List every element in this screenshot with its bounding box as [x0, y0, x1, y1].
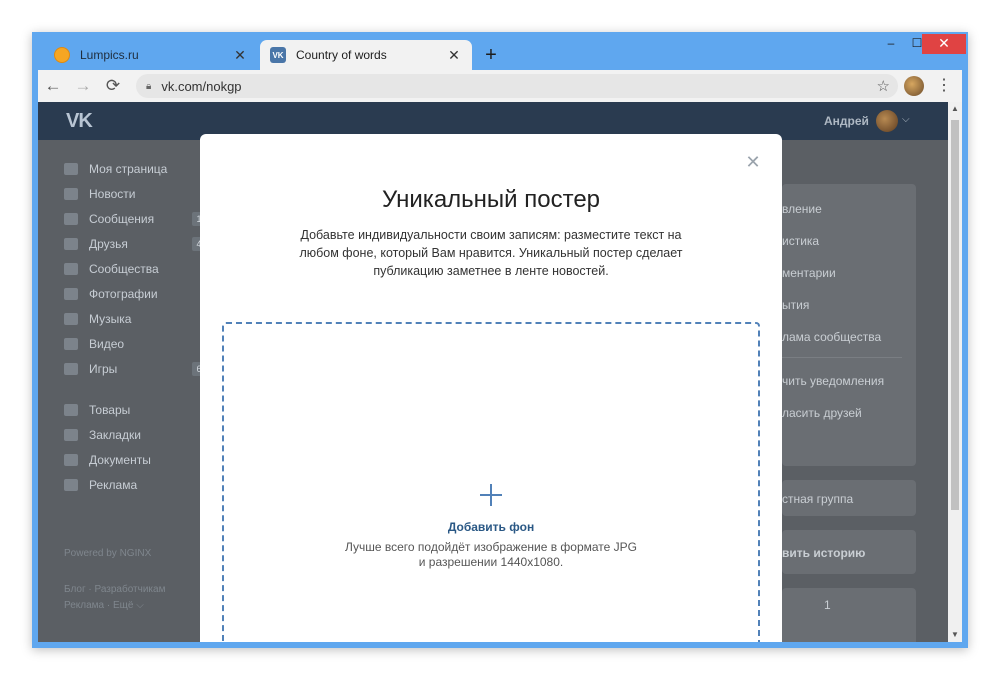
url-text: vk.com/nokgp — [161, 78, 242, 94]
music-icon — [64, 312, 78, 325]
tab-title: Country of words — [296, 48, 387, 62]
lumpics-favicon-icon — [54, 47, 70, 63]
right-menu-item[interactable]: лама сообщества — [782, 330, 881, 344]
sidebar-item-my-page[interactable]: Моя страница — [64, 156, 204, 181]
hint-line-1: Лучше всего подойдёт изображение в форма… — [344, 540, 638, 554]
new-tab-button[interactable]: + — [480, 44, 502, 66]
tab-close-icon[interactable]: ✕ — [446, 47, 462, 64]
sidebar-item-label: Новости — [89, 186, 136, 201]
add-story-button[interactable]: вить историю — [782, 546, 865, 560]
sidebar-item-label: Видео — [89, 336, 125, 351]
sidebar-item-documents[interactable]: Документы — [64, 447, 204, 472]
message-icon — [64, 212, 78, 225]
vk-favicon-icon: VK — [270, 47, 286, 63]
poster-modal: ✕ Уникальный постер Добавьте индивидуаль… — [200, 134, 782, 642]
add-background-link[interactable]: Добавить фон — [224, 520, 758, 534]
close-icon[interactable]: ✕ — [744, 152, 762, 173]
home-icon — [64, 162, 78, 175]
browser-toolbar: ← → ⟳ 🔒︎ vk.com/nokgp ☆ ⋮ — [38, 70, 962, 102]
megaphone-icon — [64, 478, 78, 491]
right-menu-item[interactable]: ласить друзей — [782, 406, 862, 420]
user-icon — [64, 237, 78, 250]
right-menu-item[interactable]: ментарии — [782, 266, 836, 280]
right-menu-item[interactable]: чить уведомления — [782, 374, 884, 388]
browser-window: Lumpics.ru ✕ VK Country of words ✕ + – ☐… — [32, 32, 968, 648]
news-icon — [64, 187, 78, 200]
back-icon[interactable]: ← — [38, 76, 68, 96]
sidebar-item-friends[interactable]: Друзья 4 — [64, 231, 206, 256]
image-hint: Лучше всего подойдёт изображение в форма… — [224, 540, 758, 570]
address-bar[interactable]: 🔒︎ vk.com/nokgp ☆ — [136, 74, 898, 98]
sidebar-item-bookmarks[interactable]: Закладки — [64, 422, 204, 447]
right-menu-card — [782, 184, 916, 466]
sidebar: Моя страница Новости Сообщения 1 Друзья 4 … — [64, 156, 206, 497]
page-viewport: VK Андрей ⌵ Моя страница Новости Сообщен… — [38, 102, 948, 642]
star-icon — [64, 428, 78, 441]
hint-line-2: и разрешении 1440x1080. — [418, 555, 564, 569]
document-icon — [64, 453, 78, 466]
sidebar-item-label: Товары — [89, 402, 131, 417]
gamepad-icon — [64, 362, 78, 375]
sidebar-item-games[interactable]: Игры 6 — [64, 356, 206, 381]
right-menu-item[interactable]: истика — [782, 234, 819, 248]
user-name[interactable]: Андрей — [824, 114, 869, 128]
right-menu-item[interactable]: вление — [782, 202, 822, 216]
modal-title: Уникальный постер — [381, 186, 601, 213]
right-menu-item[interactable]: ытия — [782, 298, 809, 312]
sidebar-item-ads[interactable]: Реклама — [64, 472, 204, 497]
lock-icon: 🔒︎ — [146, 80, 152, 92]
sidebar-item-label: Закладки — [89, 427, 141, 442]
camera-icon — [64, 287, 78, 300]
powered-by: Powered by NGINX — [64, 548, 152, 559]
tab-lumpics[interactable]: Lumpics.ru ✕ — [44, 40, 258, 70]
video-icon — [64, 337, 78, 350]
minimize-button[interactable]: – — [878, 34, 904, 54]
tab-title: Lumpics.ru — [80, 48, 139, 62]
sidebar-item-messages[interactable]: Сообщения 1 — [64, 206, 206, 231]
sidebar-item-communities[interactable]: Сообщества — [64, 256, 204, 281]
modal-description: Добавьте индивидуальности своим записям:… — [299, 228, 683, 278]
profile-avatar[interactable] — [904, 76, 924, 96]
sidebar-item-video[interactable]: Видео — [64, 331, 204, 356]
sidebar-item-label: Фотографии — [89, 286, 158, 301]
avatar[interactable] — [876, 110, 898, 132]
scrollbar-thumb[interactable] — [951, 120, 959, 510]
menu-kebab-icon[interactable]: ⋮ — [936, 75, 952, 95]
sidebar-item-label: Сообщения — [89, 211, 155, 226]
chevron-down-icon[interactable]: ⌵ — [902, 114, 910, 125]
group-type-label: стная группа — [782, 492, 854, 506]
sidebar-item-music[interactable]: Музыка — [64, 306, 204, 331]
vk-logo[interactable]: VK — [66, 110, 93, 133]
background-dropzone[interactable]: Добавить фон Лучше всего подойдёт изобра… — [222, 322, 760, 642]
window-close-button[interactable]: ✕ — [922, 34, 966, 54]
footer-links[interactable]: Блог · Разработчикам — [64, 584, 165, 595]
sidebar-item-label: Реклама — [89, 477, 138, 492]
divider — [782, 357, 902, 358]
sidebar-item-label: Музыка — [89, 311, 132, 326]
sidebar-item-news[interactable]: Новости — [64, 181, 204, 206]
page-scrollbar[interactable]: ▲ ▼ — [948, 102, 962, 642]
plus-icon[interactable] — [480, 484, 502, 506]
sidebar-item-label: Друзья — [89, 236, 128, 251]
forward-icon[interactable]: → — [68, 76, 98, 96]
sidebar-item-label: Моя страница — [89, 161, 168, 176]
tab-country-of-words[interactable]: VK Country of words ✕ — [260, 40, 472, 70]
info-card — [782, 588, 916, 642]
bag-icon — [64, 403, 78, 416]
bookmark-star-icon[interactable]: ☆ — [877, 77, 890, 95]
sidebar-item-goods[interactable]: Товары — [64, 397, 204, 422]
sidebar-item-label: Сообщества — [89, 261, 159, 276]
footer-links-more[interactable]: Реклама · Ещё ⌵ — [64, 600, 144, 611]
tab-close-icon[interactable]: ✕ — [232, 47, 248, 64]
scroll-up-icon[interactable]: ▲ — [948, 102, 962, 116]
users-icon — [64, 262, 78, 275]
sidebar-item-photos[interactable]: Фотографии — [64, 281, 204, 306]
sidebar-item-label: Игры — [89, 361, 118, 376]
scroll-down-icon[interactable]: ▼ — [948, 628, 962, 642]
reload-icon[interactable]: ⟳ — [98, 76, 128, 96]
info-count: 1 — [824, 598, 831, 612]
sidebar-item-label: Документы — [89, 452, 151, 467]
